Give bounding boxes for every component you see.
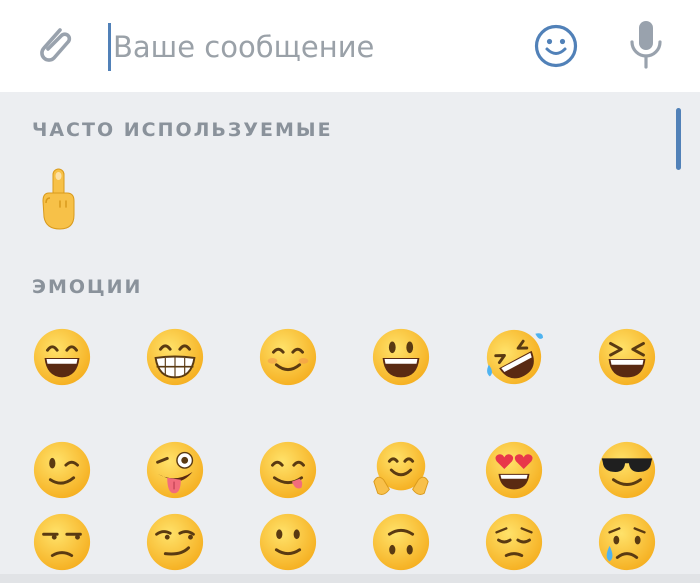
smiley-icon (533, 23, 579, 73)
emoji-panel-scrollbar[interactable] (676, 108, 681, 170)
emoji-toggle-button[interactable] (530, 22, 582, 74)
emoji-pensive-face[interactable] (479, 507, 549, 577)
emoji-grinning-squinting[interactable] (592, 322, 662, 392)
emoji-slightly-smiling[interactable] (253, 507, 323, 577)
paperclip-icon (34, 22, 78, 72)
emoji-grinning-big-eyes[interactable] (366, 322, 436, 392)
emoji-rolling-laughing[interactable] (479, 322, 549, 392)
emoji-upside-down-face[interactable] (366, 507, 436, 577)
emoji-smiling-face[interactable] (253, 322, 323, 392)
emoji-heart-eyes[interactable] (479, 435, 549, 505)
microphone-icon (626, 18, 666, 76)
emoji-grinning-smiling-eyes[interactable] (27, 322, 97, 392)
section-title-frequent: ЧАСТО ИСПОЛЬЗУЕМЫЕ (32, 119, 333, 141)
emoji-beaming-face[interactable] (140, 322, 210, 392)
emoji-sunglasses-face[interactable] (592, 435, 662, 505)
emoji-unamused-face[interactable] (27, 507, 97, 577)
emoji-crying-face[interactable] (592, 507, 662, 577)
emoji-hugging-face[interactable] (366, 435, 436, 505)
emoji-savoring-food[interactable] (253, 435, 323, 505)
message-field[interactable] (108, 18, 508, 76)
text-caret (108, 23, 111, 71)
emoji-middle-finger[interactable] (24, 165, 94, 235)
emoji-zany-tongue-wink[interactable] (140, 435, 210, 505)
emoji-winking-face[interactable] (27, 435, 97, 505)
voice-message-button[interactable] (620, 18, 672, 76)
section-title-emotions: ЭМОЦИИ (32, 276, 143, 298)
emoji-panel: ЧАСТО ИСПОЛЬЗУЕМЫЕ ЭМОЦИИ (0, 92, 700, 583)
message-input-bar (0, 0, 700, 92)
emoji-smirking-face[interactable] (140, 507, 210, 577)
message-input[interactable] (113, 30, 493, 64)
attach-button[interactable] (28, 22, 84, 72)
panel-bottom-edge (0, 574, 700, 583)
